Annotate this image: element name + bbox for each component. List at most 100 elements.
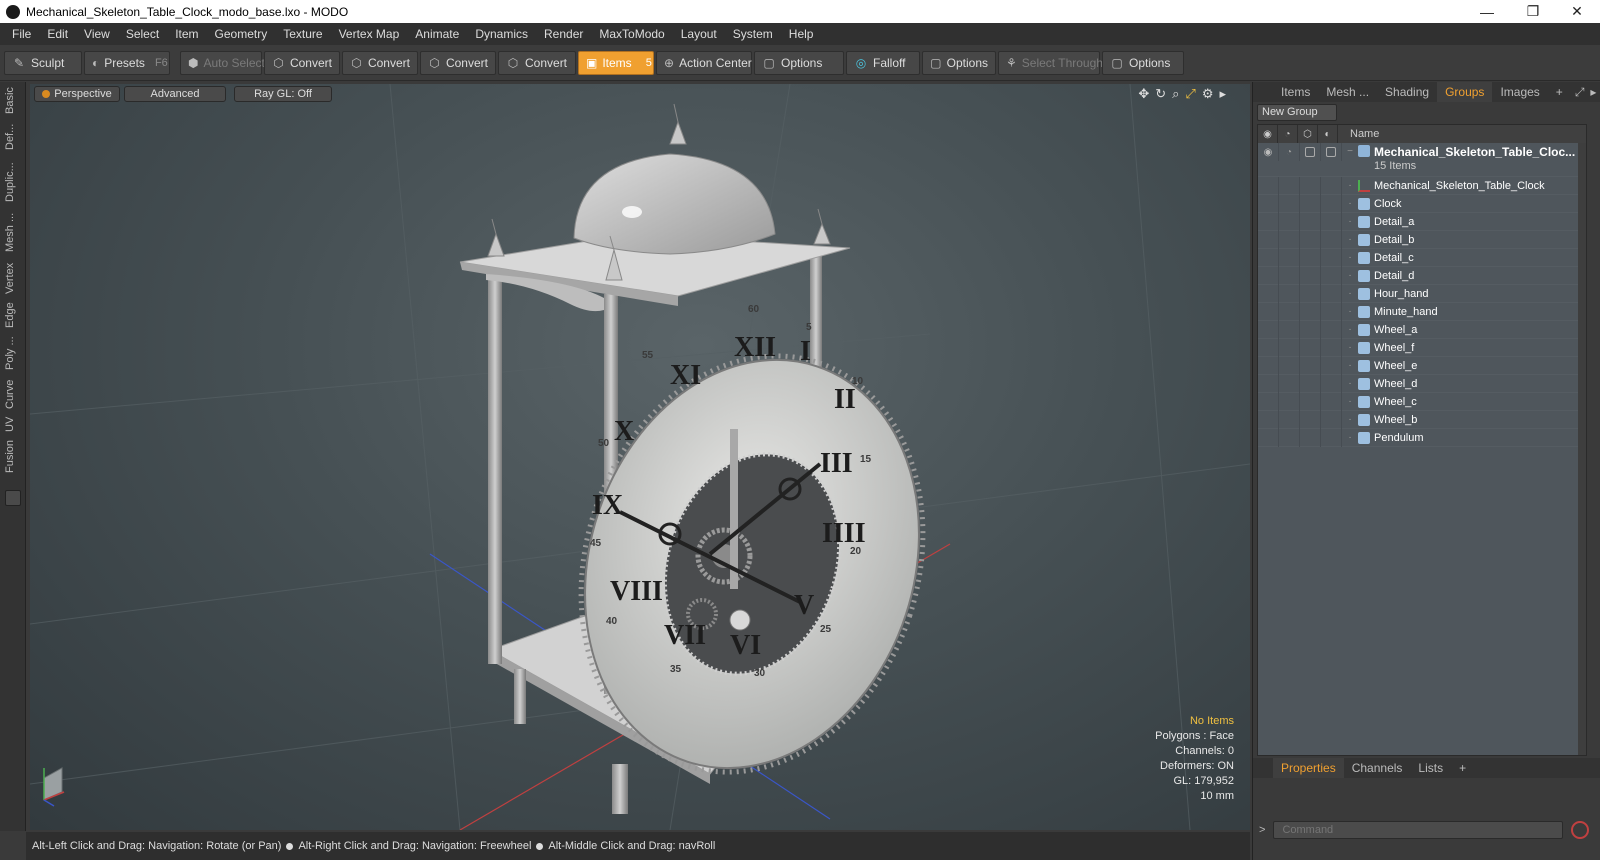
- shading-mode-button[interactable]: Advanced: [124, 86, 226, 102]
- menu-animate[interactable]: Animate: [407, 23, 467, 45]
- menu-select[interactable]: Select: [118, 23, 167, 45]
- tab-basic[interactable]: Basic: [4, 86, 22, 116]
- restore-button[interactable]: ❐: [1510, 0, 1556, 23]
- list-item[interactable]: · Detail_c: [1258, 248, 1586, 267]
- action-center-button[interactable]: ⊕ Action Center: [656, 50, 752, 75]
- list-item[interactable]: · Hour_hand: [1258, 284, 1586, 303]
- select-icon[interactable]: ◐: [1318, 125, 1338, 143]
- add-tab-icon[interactable]: +: [1451, 758, 1474, 778]
- list-scrollbar[interactable]: [1578, 143, 1586, 755]
- eye-icon[interactable]: ◉: [1258, 143, 1279, 161]
- tab-shading[interactable]: Shading: [1377, 82, 1437, 102]
- panel-tabs: Items Mesh ... Shading Groups Images + ⤢…: [1253, 82, 1600, 102]
- convert-button-4[interactable]: ⬡ Convert: [498, 50, 576, 75]
- action-center-options-button[interactable]: ▢ Options: [754, 50, 844, 75]
- convert-button-1[interactable]: ⬡ Convert: [264, 50, 340, 75]
- tab-poly[interactable]: Poly ...: [4, 332, 22, 374]
- tab-duplicate[interactable]: Duplic...: [4, 158, 22, 206]
- tab-mesh[interactable]: Mesh ...: [4, 210, 22, 254]
- menu-maxtomodo[interactable]: MaxToModo: [591, 23, 672, 45]
- list-item[interactable]: · Mechanical_Skeleton_Table_Clock: [1258, 176, 1586, 195]
- falloff-button[interactable]: ◎ Falloff: [846, 50, 920, 75]
- menu-layout[interactable]: Layout: [673, 23, 725, 45]
- add-tab-icon[interactable]: +: [1548, 82, 1571, 102]
- command-input[interactable]: [1273, 821, 1564, 839]
- stop-icon[interactable]: [1571, 821, 1590, 839]
- menu-dynamics[interactable]: Dynamics: [467, 23, 536, 45]
- list-item[interactable]: · Detail_d: [1258, 266, 1586, 285]
- falloff-options-button[interactable]: ▢ Options: [922, 50, 996, 75]
- list-item[interactable]: · Detail_a: [1258, 212, 1586, 231]
- select-checkbox[interactable]: [1326, 147, 1336, 157]
- menu-render[interactable]: Render: [536, 23, 591, 45]
- list-item[interactable]: · Wheel_b: [1258, 410, 1586, 429]
- close-button[interactable]: ✕: [1554, 0, 1600, 23]
- tab-lists[interactable]: Lists: [1410, 758, 1451, 778]
- tab-edge[interactable]: Edge: [4, 300, 22, 330]
- list-item[interactable]: · Wheel_f: [1258, 338, 1586, 357]
- list-item[interactable]: · Wheel_c: [1258, 392, 1586, 411]
- rotate-icon[interactable]: ↻: [1155, 86, 1166, 102]
- list-item[interactable]: · Pendulum: [1258, 428, 1586, 447]
- list-item[interactable]: · Wheel_d: [1258, 374, 1586, 393]
- list-item[interactable]: · Wheel_a: [1258, 320, 1586, 339]
- tab-channels[interactable]: Channels: [1344, 758, 1411, 778]
- group-icon: [1358, 145, 1370, 157]
- menu-system[interactable]: System: [725, 23, 781, 45]
- select-through-options-button[interactable]: ▢ Options: [1102, 50, 1184, 75]
- collapse-icon[interactable]: −: [1342, 143, 1358, 157]
- panel-arrow-icon[interactable]: ▸: [1588, 82, 1598, 102]
- menu-texture[interactable]: Texture: [275, 23, 330, 45]
- render-checkbox[interactable]: [1305, 147, 1315, 157]
- tab-fusion[interactable]: Fusion: [4, 436, 22, 476]
- list-item[interactable]: · Detail_b: [1258, 230, 1586, 249]
- new-group-button[interactable]: New Group: [1257, 104, 1337, 121]
- tab-vertex[interactable]: Vertex: [4, 258, 22, 298]
- raygl-button[interactable]: Ray GL: Off: [234, 86, 332, 102]
- play-arrow-icon[interactable]: ▸: [1219, 86, 1226, 102]
- clock-dial: [578, 353, 926, 775]
- expand-icon[interactable]: ⤢: [1571, 82, 1589, 102]
- status-separator: [286, 842, 294, 850]
- render-icon[interactable]: ⬡: [1298, 125, 1318, 143]
- menu-geometry[interactable]: Geometry: [207, 23, 276, 45]
- 3d-viewport[interactable]: XII I II III IIII V VI VII VIII IX X XI …: [30, 84, 1250, 830]
- menu-file[interactable]: File: [4, 23, 39, 45]
- menu-help[interactable]: Help: [781, 23, 822, 45]
- menu-item[interactable]: Item: [167, 23, 206, 45]
- list-item[interactable]: · Wheel_e: [1258, 356, 1586, 375]
- convert-button-3[interactable]: ⬡ Convert: [420, 50, 496, 75]
- view-type-button[interactable]: Perspective: [34, 86, 120, 102]
- lock-icon[interactable]: ◔: [1278, 125, 1298, 143]
- list-item[interactable]: · Minute_hand: [1258, 302, 1586, 321]
- menu-vertex-map[interactable]: Vertex Map: [331, 23, 408, 45]
- tab-deform[interactable]: Def...: [4, 120, 22, 154]
- tabs-expand-button[interactable]: [5, 490, 21, 506]
- tab-uv[interactable]: UV: [4, 414, 22, 434]
- auto-select-button[interactable]: ⬢ Auto Select: [180, 50, 265, 75]
- tab-mesh[interactable]: Mesh ...: [1318, 82, 1377, 102]
- visibility-eye-icon[interactable]: ◉: [1258, 125, 1278, 143]
- tab-images[interactable]: Images: [1492, 82, 1547, 102]
- sculpt-button[interactable]: ✎ Sculpt: [4, 50, 82, 75]
- tab-properties[interactable]: Properties: [1273, 758, 1344, 778]
- fit-icon[interactable]: ⤢: [1185, 86, 1195, 102]
- zoom-icon[interactable]: ⌕: [1172, 86, 1179, 102]
- select-through-button[interactable]: ⚘ Select Through: [998, 50, 1103, 75]
- menu-view[interactable]: View: [76, 23, 118, 45]
- group-row[interactable]: ◉ ◔ − Mechanical_Skeleton_Table_Cloc... 1…: [1258, 143, 1586, 177]
- list-item[interactable]: · Clock: [1258, 194, 1586, 213]
- convert-button-2[interactable]: ⬡ Convert: [342, 50, 418, 75]
- menu-edit[interactable]: Edit: [39, 23, 76, 45]
- presets-button[interactable]: ◐ Presets F6: [84, 50, 170, 75]
- tab-items[interactable]: Items: [1273, 82, 1318, 102]
- tab-curve[interactable]: Curve: [4, 376, 22, 412]
- gear-icon[interactable]: ⚙: [1202, 86, 1214, 102]
- lock-toggle-icon[interactable]: ◔: [1279, 143, 1300, 161]
- tab-groups[interactable]: Groups: [1437, 82, 1493, 102]
- dial-numeral: IX: [592, 490, 623, 521]
- pan-icon[interactable]: ✥: [1138, 86, 1149, 102]
- minimize-button[interactable]: —: [1464, 0, 1510, 23]
- unit-info: 10 mm: [1200, 790, 1234, 802]
- items-mode-button[interactable]: ▣ Items 5: [578, 50, 654, 75]
